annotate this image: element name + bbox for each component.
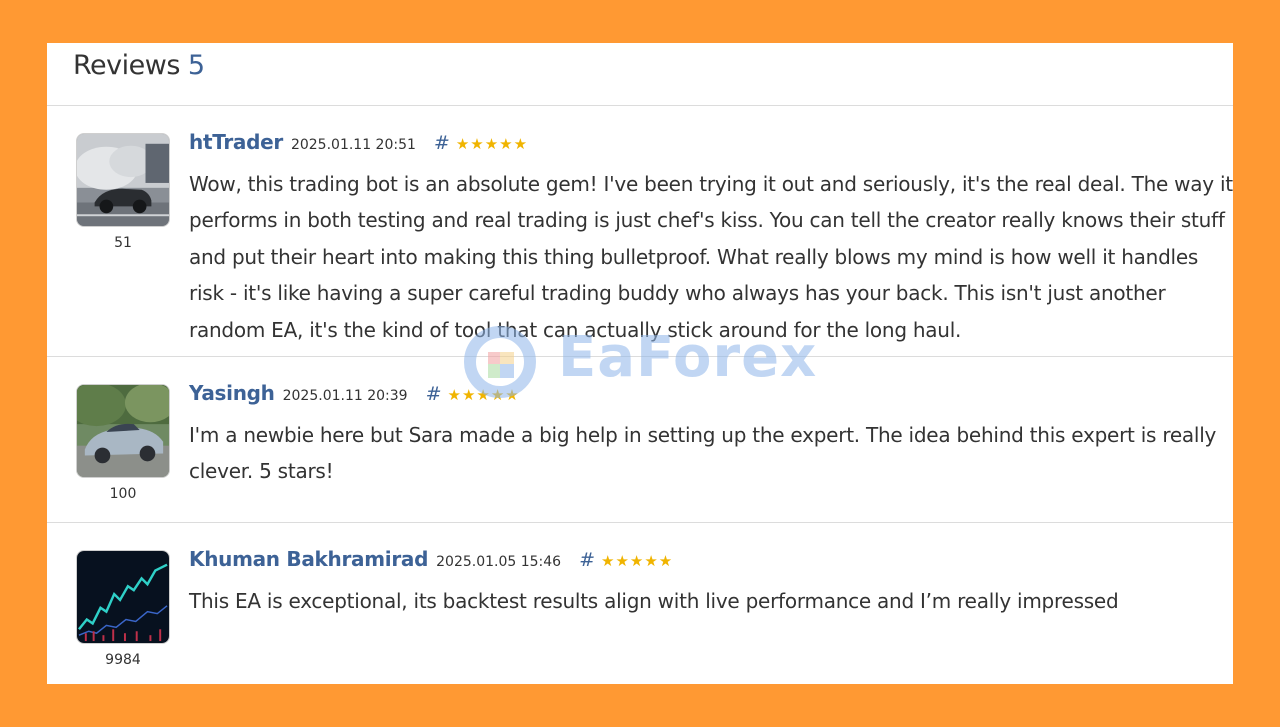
review-item: 100 Yasingh 2025.01.11 20:39 # ★★★★★ I'm… [47, 357, 1233, 523]
review-date: 2025.01.05 15:46 [436, 554, 562, 570]
reviewer-rating-number: 9984 [105, 652, 141, 668]
sports-car-photo-icon [77, 385, 169, 477]
review-permalink[interactable]: # [579, 549, 595, 571]
review-permalink[interactable]: # [434, 132, 450, 154]
avatar[interactable] [76, 133, 170, 227]
review-text: I'm a newbie here but Sara made a big he… [189, 423, 1217, 484]
review-item: 9984 Khuman Bakhramirad 2025.01.05 15:46… [47, 523, 1233, 684]
review-stars: ★★★★★ [601, 552, 674, 570]
avatar[interactable] [76, 384, 170, 478]
review-stars: ★★★★★ [447, 386, 520, 404]
review-date: 2025.01.11 20:51 [290, 137, 416, 153]
avatar[interactable] [76, 550, 170, 644]
review-text: Wow, this trading bot is an absolute gem… [189, 172, 1233, 342]
page-title: Reviews 5 [73, 50, 205, 81]
review-stars: ★★★★★ [455, 135, 529, 153]
review-meta: htTrader 2025.01.11 20:51 # ★★★★★ [189, 130, 528, 154]
review-meta: Yasingh 2025.01.11 20:39 # ★★★★★ [189, 381, 520, 405]
review-author-link[interactable]: htTrader [189, 130, 283, 154]
review-permalink[interactable]: # [426, 383, 442, 405]
review-author-link[interactable]: Khuman Bakhramirad [189, 547, 428, 571]
reviews-count: 5 [187, 50, 205, 81]
review-date: 2025.01.11 20:39 [282, 388, 408, 404]
reviewer-rating-number: 51 [114, 235, 132, 251]
car-drift-photo-icon [77, 134, 169, 226]
reviews-header: Reviews 5 [47, 43, 1233, 106]
review-author-link[interactable]: Yasingh [189, 381, 275, 405]
review-item: 51 htTrader 2025.01.11 20:51 # ★★★★★ Wow… [47, 106, 1233, 357]
review-meta: Khuman Bakhramirad 2025.01.05 15:46 # ★★… [189, 547, 673, 571]
reviews-title-label: Reviews [73, 50, 180, 81]
candlestick-chart-photo-icon [77, 551, 169, 643]
reviews-panel: Reviews5 51 htTrader 2025.01.11 20:51 # [47, 43, 1233, 684]
review-text: This EA is exceptional, its backtest res… [189, 589, 1119, 613]
reviewer-rating-number: 100 [109, 486, 137, 502]
